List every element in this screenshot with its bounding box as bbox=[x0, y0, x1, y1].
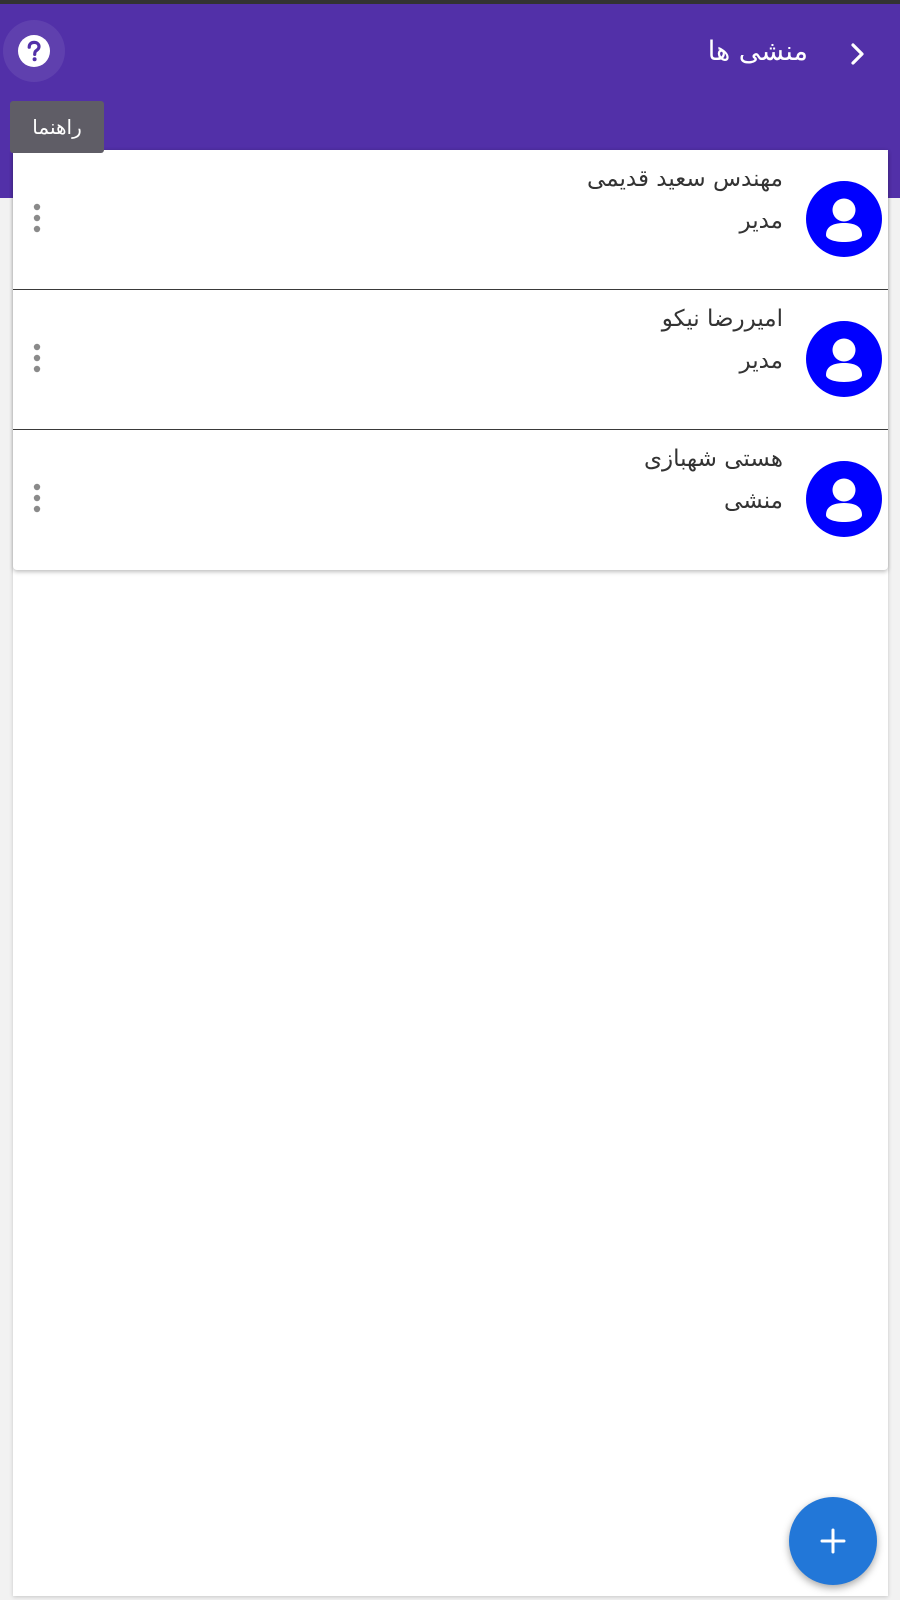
more-options-button[interactable] bbox=[25, 478, 49, 518]
plus-icon bbox=[820, 1528, 846, 1554]
more-vert-icon bbox=[33, 203, 41, 233]
secretary-role: منشی bbox=[724, 488, 783, 514]
more-options-button[interactable] bbox=[25, 338, 49, 378]
secretary-role: مدیر bbox=[739, 348, 783, 374]
help-circle-icon bbox=[18, 35, 50, 67]
help-button[interactable] bbox=[3, 20, 65, 82]
secretary-name: امیررضا نیکو bbox=[661, 306, 783, 332]
secretary-item[interactable]: امیررضا نیکو مدیر bbox=[13, 290, 888, 430]
secretary-list: مهندس سعید قدیمی مدیر امیررضا نیکو مدیر bbox=[13, 150, 888, 570]
secretary-name: مهندس سعید قدیمی bbox=[587, 166, 783, 192]
more-vert-icon bbox=[33, 343, 41, 373]
page-title: منشی ها bbox=[707, 36, 808, 67]
user-avatar-icon bbox=[806, 321, 882, 397]
chevron-right-icon bbox=[851, 43, 864, 65]
secretary-role: مدیر bbox=[739, 208, 783, 234]
help-tooltip: راهنما bbox=[10, 101, 104, 153]
user-avatar-icon bbox=[806, 181, 882, 257]
secretary-item[interactable]: مهندس سعید قدیمی مدیر bbox=[13, 150, 888, 290]
secretary-name: هستی شهبازی bbox=[644, 446, 783, 472]
more-vert-icon bbox=[33, 483, 41, 513]
add-secretary-button[interactable] bbox=[789, 1497, 877, 1585]
user-avatar-icon bbox=[806, 461, 882, 537]
more-options-button[interactable] bbox=[25, 198, 49, 238]
back-button[interactable] bbox=[838, 34, 878, 74]
secretary-item[interactable]: هستی شهبازی منشی bbox=[13, 430, 888, 570]
